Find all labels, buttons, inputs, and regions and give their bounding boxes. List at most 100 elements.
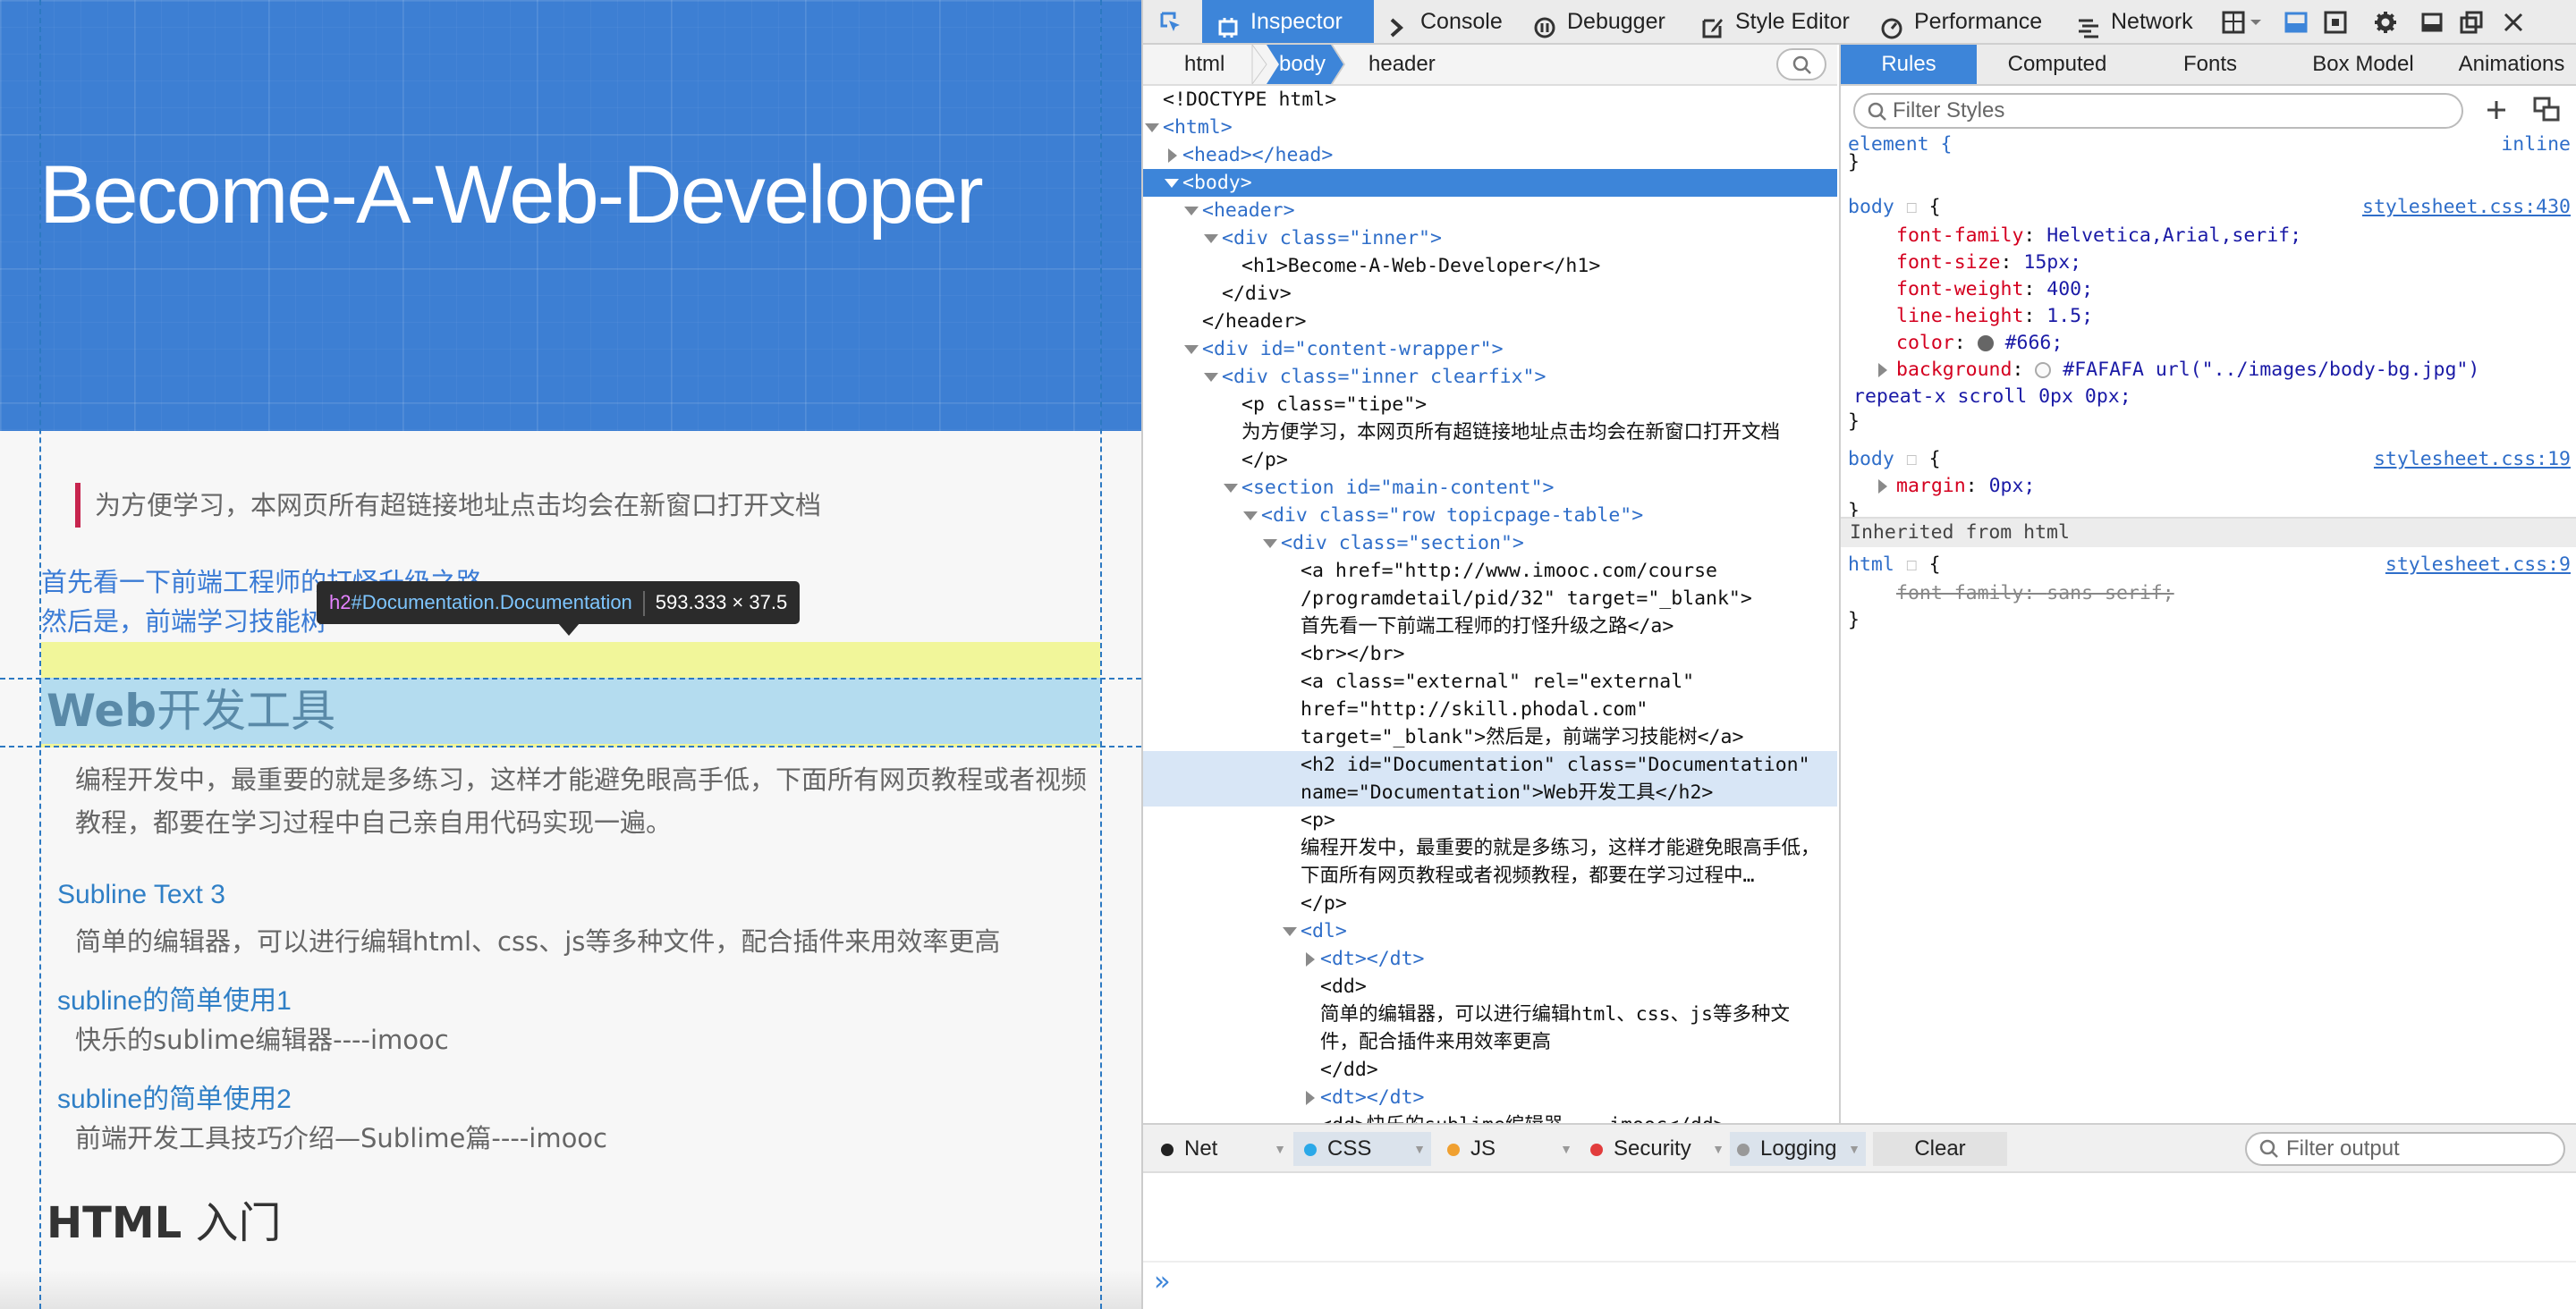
markup-line[interactable]: 件，配合插件来用效率更高 <box>1143 1028 1837 1056</box>
filter-logging-label: Logging <box>1760 1136 1837 1161</box>
markup-line[interactable]: <h1>Become-A-Web-Developer</h1> <box>1143 252 1837 280</box>
markup-line-hovered[interactable]: name="Documentation">Web开发工具</h2> <box>1143 779 1837 807</box>
filter-js-label: JS <box>1470 1136 1496 1161</box>
markup-line[interactable]: <!DOCTYPE html> <box>1143 86 1837 114</box>
markup-line-hovered[interactable]: <h2 id="Documentation" class="Documentat… <box>1143 751 1837 779</box>
color-swatch-icon[interactable] <box>2035 362 2052 378</box>
markup-line[interactable]: <p class="tipe"> <box>1143 391 1837 418</box>
markup-line[interactable]: <p> <box>1143 807 1837 834</box>
markup-line[interactable]: <div class="inner"> <box>1143 224 1837 252</box>
css-declaration[interactable]: color: #666; <box>1841 329 2576 357</box>
markup-line[interactable]: <head></head> <box>1143 141 1837 169</box>
tab-style-editor[interactable]: Style Editor <box>1701 0 1850 43</box>
css-declaration-overridden[interactable]: font-family: sans-serif; <box>1841 579 2576 607</box>
markup-line[interactable]: </header> <box>1143 308 1837 335</box>
prop-value: #666; <box>2004 332 2063 354</box>
markup-line[interactable]: 首先看一下前端工程师的打怪升级之路</a> <box>1143 612 1837 640</box>
markup-line[interactable]: <div class="section"> <box>1143 529 1837 557</box>
tab-performance[interactable]: Performance <box>1880 0 2042 43</box>
markup-line[interactable]: <br></br> <box>1143 640 1837 668</box>
console-prompt[interactable]: » <box>1154 1266 1170 1297</box>
filter-security-button[interactable]: Security ▼ <box>1590 1132 1724 1166</box>
markup-line[interactable]: <div class="row topicpage-table"> <box>1143 502 1837 529</box>
markup-line[interactable]: <header> <box>1143 197 1837 224</box>
markup-line[interactable]: <html> <box>1143 114 1837 141</box>
markup-line[interactable]: <dl> <box>1143 917 1837 945</box>
add-rule-icon[interactable] <box>2485 98 2508 122</box>
css-declaration[interactable]: font-weight: 400; <box>1841 275 2576 303</box>
markup-line[interactable]: 为方便学习，本网页所有超链接地址点击均会在新窗口打开文档 <box>1143 418 1837 446</box>
rule-source-link[interactable]: stylesheet.css:430 <box>2362 193 2571 221</box>
color-swatch-icon[interactable] <box>1977 335 1994 351</box>
tab-network[interactable]: Network <box>2077 0 2193 43</box>
markup-line[interactable]: /programdetail/pid/32" target="_blank"> <box>1143 585 1837 612</box>
markup-line[interactable]: <a href="http://www.imooc.com/course <box>1143 557 1837 585</box>
clear-button[interactable]: Clear <box>1873 1132 2007 1166</box>
rule-source-link[interactable]: stylesheet.css:19 <box>2374 445 2571 473</box>
dd-sublime-usage-2: 前端开发工具技巧介绍—Sublime篇----imooc <box>75 1123 607 1153</box>
tab-debugger[interactable]: Debugger <box>1533 0 1665 43</box>
filter-net-button[interactable]: Net ▼ <box>1161 1132 1286 1166</box>
rule-html-9[interactable]: html ☐ {stylesheet.css:9 <box>1841 551 2576 578</box>
scratchpad-icon[interactable] <box>2324 11 2347 34</box>
markup-line[interactable]: </dd> <box>1143 1056 1837 1084</box>
markup-line[interactable]: <dt></dt> <box>1143 1084 1837 1111</box>
rule-gear-icon: ☐ <box>1905 553 1918 576</box>
breadcrumb-header[interactable]: header <box>1368 45 1436 84</box>
filter-output-input[interactable]: Filter output <box>2245 1132 2565 1166</box>
filter-logging-button[interactable]: Logging ▼ <box>1730 1132 1866 1166</box>
markup-line[interactable]: href="http://skill.phodal.com" <box>1143 696 1837 723</box>
markup-search-button[interactable] <box>1776 48 1826 80</box>
undock-window-icon[interactable] <box>2460 11 2483 34</box>
markup-line[interactable]: <a class="external" rel="external" <box>1143 668 1837 696</box>
tab-console[interactable]: Console <box>1386 0 1503 43</box>
tab-animations[interactable]: Animations <box>2444 45 2576 84</box>
settings-gear-icon[interactable] <box>2374 11 2397 34</box>
tab-computed[interactable]: Computed <box>1977 45 2138 84</box>
tooltip-class: .Documentation <box>494 591 632 613</box>
markup-line[interactable]: </div> <box>1143 280 1837 308</box>
tab-rules[interactable]: Rules <box>1841 45 1977 84</box>
responsive-frames-icon[interactable] <box>2222 11 2263 34</box>
breadcrumb-body[interactable]: body <box>1279 45 1343 84</box>
rule-close: } <box>1848 609 1860 631</box>
markup-line-selected[interactable]: <body> <box>1143 169 1837 197</box>
console-icon <box>1386 11 1410 38</box>
css-declaration[interactable]: font-size: 15px; <box>1841 249 2576 276</box>
css-declaration[interactable]: background: #FAFAFA url("../images/body-… <box>1841 356 2576 384</box>
markup-line[interactable]: </p> <box>1143 890 1837 917</box>
markup-line[interactable]: <dd> <box>1143 973 1837 1001</box>
filter-js-button[interactable]: JS ▼ <box>1447 1132 1572 1166</box>
markup-line[interactable]: <section id="main-content"> <box>1143 474 1837 502</box>
markup-line[interactable]: 简单的编辑器，可以进行编辑html、css、js等多种文 <box>1143 1001 1837 1028</box>
rule-body-430[interactable]: body ☐ {stylesheet.css:430 <box>1841 193 2576 221</box>
toggle-pseudo-class-icon[interactable] <box>2533 97 2562 123</box>
tab-fonts[interactable]: Fonts <box>2138 45 2283 84</box>
markup-line[interactable]: 下面所有网页教程或者视频教程，都要在学习过程中… <box>1143 862 1837 890</box>
split-console-icon[interactable] <box>2284 11 2308 34</box>
rule-body-19[interactable]: body ☐ {stylesheet.css:19 <box>1841 445 2576 473</box>
markup-line[interactable]: <div class="inner clearfix"> <box>1143 363 1837 391</box>
element-picker-icon[interactable] <box>1159 11 1182 34</box>
close-icon[interactable] <box>2501 10 2524 33</box>
tab-box-model[interactable]: Box Model <box>2283 45 2444 84</box>
markup-line[interactable]: </p> <box>1143 446 1837 474</box>
dock-bottom-icon[interactable] <box>2420 11 2444 34</box>
dt-sublime-text[interactable]: Subline Text 3 <box>57 880 225 910</box>
filter-output-placeholder: Filter output <box>2286 1136 2400 1161</box>
filter-styles-input[interactable]: Filter Styles <box>1853 93 2463 129</box>
dt-sublime-usage-2[interactable]: subline的简单使用2 <box>57 1077 292 1116</box>
rule-source-link[interactable]: stylesheet.css:9 <box>2385 551 2571 578</box>
markup-line[interactable]: <div id="content-wrapper"> <box>1143 335 1837 363</box>
css-declaration[interactable]: font-family: Helvetica,Arial,serif; <box>1841 222 2576 249</box>
css-declaration[interactable]: margin: 0px; <box>1841 472 2576 500</box>
markup-line[interactable]: <dt></dt> <box>1143 945 1837 973</box>
link-skill-tree[interactable]: 然后是，前端学习技能树 <box>41 601 326 638</box>
markup-line[interactable]: target="_blank">然后是，前端学习技能树</a> <box>1143 723 1837 751</box>
markup-line[interactable]: 编程开发中，最重要的就是多练习，这样才能避免眼高手低， <box>1143 834 1837 862</box>
css-declaration[interactable]: line-height: 1.5; <box>1841 302 2576 330</box>
filter-css-button[interactable]: CSS ▼ <box>1293 1132 1431 1166</box>
dt-sublime-usage-1[interactable]: subline的简单使用1 <box>57 978 292 1018</box>
markup-line[interactable]: <dd>快乐的sublime编辑器----imooc</dd> <box>1143 1111 1837 1123</box>
tab-inspector[interactable]: Inspector <box>1202 0 1374 43</box>
